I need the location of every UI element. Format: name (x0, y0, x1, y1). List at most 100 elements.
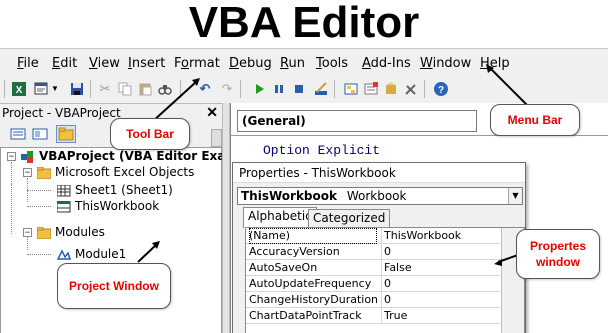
collapse-toggle[interactable]: − (23, 168, 32, 177)
pane-splitter[interactable] (222, 103, 230, 333)
menu-window[interactable]: Window (420, 53, 471, 75)
object-browser-icon[interactable] (382, 80, 400, 98)
property-value[interactable]: False (381, 260, 499, 276)
toolbar-separator (424, 80, 425, 98)
menu-bar: File Edit View Insert Format Debug Run T… (0, 53, 608, 75)
tree-connector (27, 206, 51, 207)
menu-window-rest: indow (432, 56, 472, 71)
menu-format-pre: F (174, 56, 182, 71)
tree-item-thisworkbook[interactable]: ThisWorkbook (75, 198, 159, 214)
redo-icon[interactable]: ↷ (218, 80, 236, 98)
find-icon[interactable] (156, 80, 174, 98)
project-pane-scroll[interactable] (211, 129, 222, 147)
module-icon (56, 248, 72, 260)
property-value[interactable]: ThisWorkbook (381, 228, 499, 244)
menu-edit-rest: dit (60, 56, 78, 71)
menu-addins-accel: A (362, 56, 371, 71)
standard-toolbar: X ▼ ✂ ↶ ↷ ? (0, 77, 608, 101)
toolbox-icon[interactable] (402, 80, 420, 98)
tree-item-modules[interactable]: Modules (55, 224, 105, 240)
menu-file-rest: ile (23, 56, 39, 71)
menu-run-rest: un (288, 56, 305, 71)
collapse-toggle[interactable]: − (23, 228, 32, 237)
worksheet-icon (56, 184, 71, 197)
cut-icon[interactable]: ✂ (96, 80, 114, 98)
properties-object-name: ThisWorkbook (241, 189, 337, 203)
toolbar-separator (90, 80, 91, 98)
properties-object-select[interactable]: ThisWorkbook Workbook ▼ (237, 187, 523, 205)
tree-item-excel-objects[interactable]: Microsoft Excel Objects (55, 164, 194, 180)
menu-tools[interactable]: Tools (316, 53, 348, 75)
menu-add-ins[interactable]: Add-Ins (362, 53, 411, 75)
insert-module-icon[interactable] (32, 80, 50, 98)
design-mode-icon[interactable] (312, 80, 330, 98)
help-icon[interactable]: ? (432, 80, 450, 98)
break-icon[interactable] (270, 80, 288, 98)
properties-icon[interactable] (362, 80, 380, 98)
dropdown-icon[interactable]: ▼ (50, 80, 60, 98)
property-value[interactable]: 0 (381, 244, 499, 260)
menu-format-accel: o (181, 56, 189, 71)
undo-icon[interactable]: ↶ (196, 80, 214, 98)
tab-alphabetic[interactable]: Alphabetic (243, 207, 317, 228)
code-line[interactable]: Option Explicit (263, 143, 380, 158)
tab-categorized[interactable]: Categorized (308, 209, 391, 227)
menu-debug-rest: ebug (239, 56, 272, 71)
tree-item-module1[interactable]: Module1 (75, 246, 126, 262)
tree-connector (27, 254, 51, 255)
menu-debug[interactable]: Debug (229, 53, 272, 75)
property-row[interactable]: (Name) ThisWorkbook (246, 228, 500, 244)
toggle-folders-icon[interactable] (56, 125, 76, 143)
property-row[interactable]: AutoUpdateFrequency 0 (246, 276, 500, 292)
properties-window: Properties - ThisWorkbook ThisWorkbook W… (232, 162, 526, 333)
menu-help-rest: elp (489, 56, 510, 71)
toolbar-separator (334, 80, 335, 98)
folder-icon (36, 226, 52, 240)
property-name: (Name) (249, 228, 377, 244)
property-value[interactable]: 0 (381, 276, 499, 292)
save-icon[interactable] (68, 80, 86, 98)
svg-text:?: ? (438, 85, 444, 96)
reset-icon[interactable] (290, 80, 308, 98)
view-code-icon[interactable] (8, 125, 28, 143)
properties-window-callout: Propertes window (516, 229, 600, 279)
property-row[interactable]: ChangeHistoryDuration 0 (246, 292, 500, 308)
menu-insert[interactable]: Insert (128, 53, 165, 75)
excel-icon[interactable]: X (10, 80, 28, 98)
close-icon[interactable]: ✕ (206, 104, 218, 120)
menubar-callout: Menu Bar (490, 104, 580, 136)
tree-connector (11, 184, 12, 234)
run-icon[interactable] (250, 80, 268, 98)
menu-help[interactable]: Help (480, 53, 510, 75)
property-row[interactable]: ChartDataPointTrack True (246, 308, 500, 324)
menu-view[interactable]: View (89, 53, 120, 75)
property-row[interactable]: AccuracyVersion 0 (246, 244, 500, 260)
copy-icon[interactable] (116, 80, 134, 98)
object-combo[interactable]: (General) (237, 110, 477, 132)
property-name: AutoSaveOn (249, 261, 318, 274)
menu-view-accel: V (89, 56, 98, 71)
property-value[interactable]: 0 (381, 292, 499, 308)
menu-run[interactable]: Run (280, 53, 305, 75)
property-value[interactable]: True (381, 308, 499, 324)
tree-item-sheet1[interactable]: Sheet1 (Sheet1) (75, 182, 173, 198)
chevron-down-icon[interactable]: ▼ (508, 188, 522, 204)
paste-icon[interactable] (136, 80, 154, 98)
property-name: AutoUpdateFrequency (249, 277, 372, 290)
vba-project-icon (21, 150, 35, 163)
menu-edit[interactable]: Edit (52, 53, 77, 75)
property-row[interactable]: AutoSaveOn False (246, 260, 500, 276)
properties-callout-line1: Propertes (529, 239, 587, 253)
menu-format[interactable]: Format (174, 53, 220, 75)
svg-text:X: X (16, 85, 23, 96)
toolbar-separator (240, 80, 241, 98)
toolbar-separator (180, 80, 181, 98)
project-window-callout: Project Window (57, 263, 171, 309)
menu-file[interactable]: File (17, 53, 39, 75)
collapse-toggle[interactable]: − (7, 152, 16, 161)
properties-callout-line2: window (536, 255, 580, 269)
menu-edit-accel: E (52, 56, 61, 71)
view-object-icon[interactable] (30, 125, 50, 143)
project-pane-title: Project - VBAProject (2, 106, 121, 120)
project-explorer-icon[interactable] (342, 80, 360, 98)
